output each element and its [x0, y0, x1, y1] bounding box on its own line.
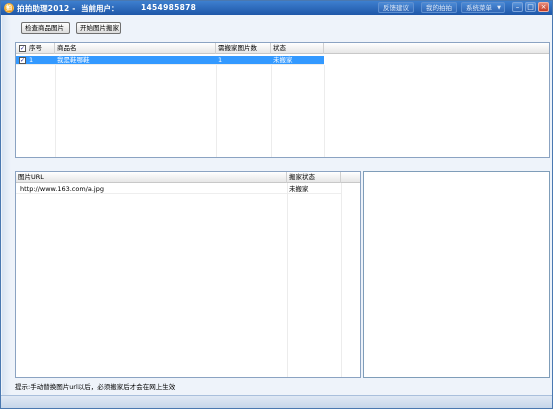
grid-line	[55, 65, 56, 157]
title-bar[interactable]: 拍 拍拍助理2012 - 当前用户： 1454985878 反馈建议 我的拍拍 …	[1, 1, 552, 15]
image-move-status: 未搬家	[289, 185, 309, 193]
grid-line	[216, 65, 217, 157]
image-url: http://www.163.com/a.jpg	[20, 185, 104, 193]
grid-line	[271, 65, 272, 157]
header-index-label: 序号	[29, 44, 42, 52]
horizontal-splitter[interactable]	[15, 161, 550, 170]
images-table-header: 图片URL 搬家状态	[16, 172, 360, 183]
row-status: 未搬家	[273, 56, 293, 64]
grid-line	[287, 183, 288, 377]
bottom-status-strip	[1, 395, 552, 408]
products-table-header: ✓ 序号 商品名 需搬家图片数 状态	[16, 43, 549, 54]
main-window: 拍 拍拍助理2012 - 当前用户： 1454985878 反馈建议 我的拍拍 …	[0, 0, 553, 409]
feedback-link[interactable]: 反馈建议	[378, 2, 414, 13]
maximize-button[interactable]: □	[525, 2, 536, 12]
app-title: 拍拍助理2012 -	[17, 4, 76, 13]
header-url-col[interactable]: 图片URL	[16, 172, 287, 183]
chevron-down-icon: ▼	[497, 5, 501, 11]
header-count-col[interactable]: 需搬家图片数	[216, 43, 271, 54]
header-move-status-col[interactable]: 搬家状态	[287, 172, 341, 183]
current-user-label: 当前用户：	[81, 4, 119, 13]
start-image-move-button[interactable]: 开始图片搬家	[76, 22, 121, 34]
system-menu-button[interactable]: 系统菜单 ▼	[461, 2, 505, 13]
image-preview-panel	[363, 171, 550, 378]
my-paipai-link[interactable]: 我的拍拍	[421, 2, 457, 13]
grid-line	[324, 65, 325, 157]
table-row[interactable]: http://www.163.com/a.jpg 未搬家	[16, 185, 341, 194]
status-tip: 提示:手动替换图片url以后，必须搬家后才会在网上生效	[15, 383, 176, 391]
left-edge-strip	[2, 15, 11, 395]
row-index: 1	[29, 56, 34, 64]
current-user-id: 1454985878	[141, 3, 197, 12]
row-product-name: 我是鞋哪鞋	[57, 56, 90, 64]
products-table: ✓ 序号 商品名 需搬家图片数 状态 ✓ 1 我是鞋哪鞋 1 未搬家	[15, 42, 550, 158]
images-table: 图片URL 搬家状态 http://www.163.com/a.jpg 未搬家	[15, 171, 361, 378]
grid-line	[341, 183, 342, 377]
row-image-count: 1	[218, 56, 223, 64]
system-menu-label: 系统菜单	[466, 4, 492, 12]
table-row[interactable]: ✓ 1 我是鞋哪鞋 1 未搬家	[16, 56, 324, 65]
check-product-images-button[interactable]: 检查商品图片	[21, 22, 70, 34]
close-button[interactable]: ×	[538, 2, 549, 12]
header-name-col[interactable]: 商品名	[55, 43, 216, 54]
row-checkbox[interactable]: ✓	[19, 57, 26, 64]
header-status-col[interactable]: 状态	[271, 43, 324, 54]
minimize-button[interactable]: –	[512, 2, 523, 12]
header-index-col[interactable]: ✓ 序号	[16, 43, 55, 54]
select-all-checkbox[interactable]: ✓	[19, 45, 26, 52]
app-logo-icon: 拍	[4, 3, 14, 13]
